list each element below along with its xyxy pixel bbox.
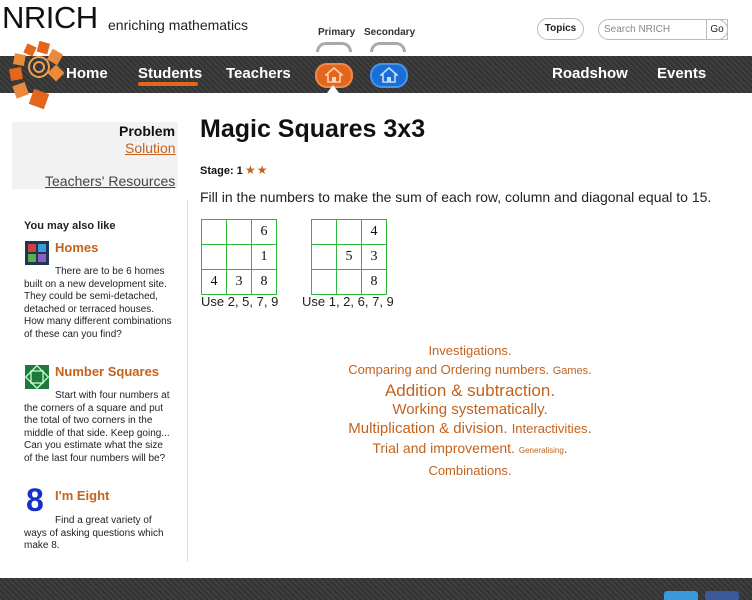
grid-cell: [336, 219, 362, 245]
eight-thumbnail-icon[interactable]: 8: [26, 482, 44, 518]
column-divider: [187, 200, 188, 562]
nrich-spiral-logo-icon[interactable]: [8, 40, 64, 112]
main-nav-bar: Home Students Teachers Roadshow Events: [0, 56, 752, 93]
twitter-icon[interactable]: [664, 591, 698, 600]
magic-square-grid-1: 6 1 438: [201, 219, 277, 295]
grid-cell: [226, 244, 252, 270]
grid-cell: 1: [251, 244, 277, 270]
homes-thumbnail-icon[interactable]: [25, 241, 49, 265]
tab-problem[interactable]: Problem: [119, 123, 175, 139]
grid-cell: [201, 244, 227, 270]
nav-students[interactable]: Students: [138, 65, 202, 82]
nav-events[interactable]: Events: [657, 65, 706, 82]
related-desc-im-eight: Find a great variety of ways of asking q…: [24, 515, 164, 552]
tag-link[interactable]: Investigations: [428, 343, 508, 358]
house-icon: [325, 67, 343, 83]
topics-button[interactable]: Topics: [537, 18, 584, 40]
related-title-im-eight[interactable]: I'm Eight: [55, 488, 109, 503]
tag-link[interactable]: Working systematically: [392, 401, 543, 418]
nav-caret-indicator: [327, 85, 339, 93]
level-secondary-arc: [370, 42, 406, 52]
grid-cell: 4: [361, 219, 387, 245]
grid-cell: 8: [251, 269, 277, 295]
tag-link[interactable]: Interactivities: [512, 421, 588, 436]
stage-stars: ★★: [245, 163, 269, 177]
grid-cell: 3: [361, 244, 387, 270]
problem-instructions: Fill in the numbers to make the sum of e…: [200, 189, 712, 205]
secondary-home-button[interactable]: [370, 63, 408, 88]
nav-roadshow[interactable]: Roadshow: [552, 65, 628, 82]
grid-cell: 4: [201, 269, 227, 295]
stage-label: Stage: 1: [200, 165, 243, 177]
nav-active-indicator: [138, 82, 198, 86]
related-heading: You may also like: [24, 220, 116, 232]
level-secondary-label[interactable]: Secondary: [364, 27, 415, 38]
level-primary-label[interactable]: Primary: [318, 27, 355, 38]
tag-link[interactable]: Generalising: [519, 446, 564, 455]
tab-solution-link[interactable]: Solution: [125, 140, 176, 156]
related-desc-number-squares: Start with four numbers at the corners o…: [24, 390, 170, 464]
tag-link[interactable]: Trial and improvement: [372, 440, 511, 456]
grid-2-caption: Use 1, 2, 6, 7, 9: [302, 294, 394, 309]
footer-bar: [0, 578, 752, 600]
nav-home[interactable]: Home: [66, 65, 108, 82]
grid-cell: [311, 269, 337, 295]
grid-1-caption: Use 2, 5, 7, 9: [201, 294, 279, 309]
house-icon: [380, 67, 398, 83]
grid-cell: [226, 219, 252, 245]
grid-cell: 8: [361, 269, 387, 295]
grid-cell: [311, 219, 337, 245]
tag-link[interactable]: Comparing and Ordering numbers: [348, 362, 545, 377]
tag-link[interactable]: Multiplication & division: [348, 420, 503, 437]
grid-cell: [311, 244, 337, 270]
number-squares-thumbnail-icon[interactable]: [25, 365, 49, 389]
nav-teachers[interactable]: Teachers: [226, 65, 291, 82]
tag-link[interactable]: Games: [553, 365, 588, 377]
grid-cell: [336, 269, 362, 295]
tab-teachers-resources-link[interactable]: Teachers' Resources: [45, 173, 175, 189]
level-primary-arc: [316, 42, 352, 52]
site-tagline: enriching mathematics: [108, 17, 249, 33]
grid-cell: 5: [336, 244, 362, 270]
grid-cell: [201, 219, 227, 245]
grid-cell: 3: [226, 269, 252, 295]
related-title-homes[interactable]: Homes: [55, 240, 98, 255]
magic-square-grid-2: 4 53 8: [311, 219, 387, 295]
search-go-button[interactable]: Go: [706, 19, 728, 40]
site-logo-text[interactable]: NRICH: [2, 0, 98, 36]
related-title-number-squares[interactable]: Number Squares: [55, 364, 159, 379]
facebook-icon[interactable]: [705, 591, 739, 600]
tag-link[interactable]: Combinations: [428, 463, 508, 478]
topic-tag-cloud: Investigations. Comparing and Ordering n…: [348, 343, 592, 478]
tag-link[interactable]: Addition & subtraction: [385, 381, 550, 400]
page-title: Magic Squares 3x3: [200, 115, 426, 143]
grid-cell: 6: [251, 219, 277, 245]
related-desc-homes: There are to be 6 homes built on a new d…: [24, 266, 172, 340]
